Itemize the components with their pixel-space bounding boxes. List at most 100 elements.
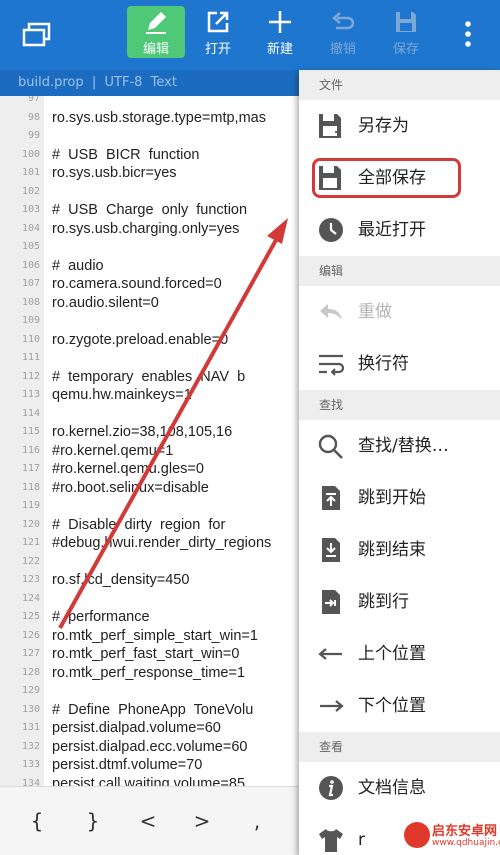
line-text: ro.kernel.zio=38,108,105,16 [52,424,233,440]
save-button[interactable]: 保存 [377,6,435,58]
line-number: 118 [21,481,40,493]
line-number: 109 [21,315,40,326]
file-info-text: build.prop | UTF-8 Text [18,75,177,90]
menu-section-view: 查看 [299,732,500,762]
goto-start-icon [322,486,340,510]
symbol-key[interactable]: < [133,809,163,833]
line-text: ro.camera.sound.forced=0 [52,276,222,292]
plus-icon [269,11,291,33]
symbol-key[interactable]: { [22,809,52,833]
menu-item-goto-start[interactable]: 跳到开始 [299,472,500,524]
menu-item-save-as[interactable]: 另存为 [299,100,500,152]
line-number: 106 [21,259,40,271]
menu-item-newline[interactable]: 换行符 [299,338,500,390]
symbol-key[interactable]: > [187,809,217,833]
line-number: 119 [21,500,40,511]
line-number: 134 [21,777,40,787]
line-number: 115 [21,426,40,437]
line-number: 113 [21,389,40,400]
line-text: ro.zygote.preload.enable=0 [52,331,229,348]
menu-section-file: 文件 [299,70,500,100]
watermark-logo-icon [404,822,430,848]
menu-item-find-replace[interactable]: 查找/替换… [299,420,500,472]
goto-end-icon [322,538,340,562]
watermark-url: www.qdhuajin.com [432,838,500,848]
line-number: 123 [21,574,40,585]
search-icon [318,434,343,459]
line-text: #ro.boot.selinux=disable [52,479,209,496]
save-icon [396,12,416,32]
top-toolbar: 编辑 打开 新建 撤销 保存 [0,0,500,70]
line-number: 98 [27,111,40,123]
edit-label: 编辑 [142,42,169,57]
line-text: #ro.kernel.qemu=1 [52,442,174,459]
line-number: 126 [21,629,40,641]
menu-item-prev-position[interactable]: 上个位置 [299,628,500,680]
tabs-icon[interactable] [22,22,52,48]
arrow-left-icon [318,648,342,660]
redo-icon [320,304,342,320]
symbol-key[interactable]: } [78,809,108,833]
menu-item-next-position[interactable]: 下个位置 [299,680,500,732]
line-text: # temporary enables NAV b [52,368,246,385]
line-number: 133 [21,759,40,770]
menu-item-label: 下个位置 [358,696,426,716]
menu-item-label: 重做 [358,302,392,322]
open-label: 打开 [204,42,231,57]
wrap-text-icon [319,354,345,376]
line-text: ro.mtk_perf_simple_start_win=1 [52,627,258,644]
line-text: #debug.hwui.render_dirty_regions [52,535,272,551]
save-label: 保存 [392,42,419,57]
line-number: 112 [21,370,40,382]
line-number: 117 [21,463,40,474]
watermark-title: 启东安卓网 [432,824,498,839]
menu-item-label: 文档信息 [358,778,426,798]
menu-item-label: 查找/替换… [358,436,449,456]
line-number: 131 [21,722,40,733]
line-text: ro.sys.usb.storage.type=mtp,mas [52,109,266,126]
menu-item-label: 上个位置 [358,644,426,664]
pencil-icon [146,12,166,34]
save-as-icon [319,114,342,138]
menu-section-find: 查找 [299,390,500,420]
more-menu-icon[interactable] [458,16,478,52]
line-number: 105 [21,241,40,252]
arrow-right-icon [320,700,344,712]
line-number: 99 [27,130,40,141]
line-number: 129 [21,685,40,696]
line-text: ro.mtk_perf_fast_start_win=0 [52,646,240,662]
line-number: 124 [21,592,40,604]
line-text: # USB BICR function [52,146,200,163]
menu-item-recent[interactable]: 最近打开 [299,204,500,256]
new-label: 新建 [266,42,293,57]
line-text: persist.dtmf.volume=70 [52,757,203,773]
line-number: 132 [21,740,40,752]
line-number: 100 [21,148,40,160]
line-number: 130 [21,703,40,715]
menu-item-doc-info[interactable]: 文档信息 [299,762,500,814]
shirt-icon [319,829,343,852]
menu-item-label: 另存为 [358,116,409,136]
line-number: 101 [21,167,40,178]
symbol-key[interactable]: , [242,809,272,833]
menu-item-goto-end[interactable]: 跳到结束 [299,524,500,576]
undo-icon [332,12,355,30]
line-number: 108 [21,296,40,308]
open-button[interactable]: 打开 [189,6,247,58]
menu-item-goto-line[interactable]: 跳到行 [299,576,500,628]
line-number: 114 [21,407,40,419]
line-number: 111 [21,352,40,363]
watermark: 启东安卓网 www.qdhuajin.com [400,818,500,855]
line-text: ro.audio.silent=0 [52,294,159,311]
menu-item-redo[interactable]: 重做 [299,286,500,338]
line-text: # Disable dirty region for [52,516,226,533]
edit-button[interactable]: 编辑 [127,6,185,58]
undo-button[interactable]: 撤销 [314,6,372,58]
line-text: ro.sys.usb.charging.only=yes [52,220,240,237]
line-text: #ro.kernel.qemu.gles=0 [52,461,204,477]
line-number: 121 [21,537,40,548]
line-text: # USB Charge only function [52,202,248,218]
new-button[interactable]: 新建 [251,6,309,58]
menu-item-label: 跳到开始 [358,488,426,508]
goto-line-icon [322,590,340,614]
